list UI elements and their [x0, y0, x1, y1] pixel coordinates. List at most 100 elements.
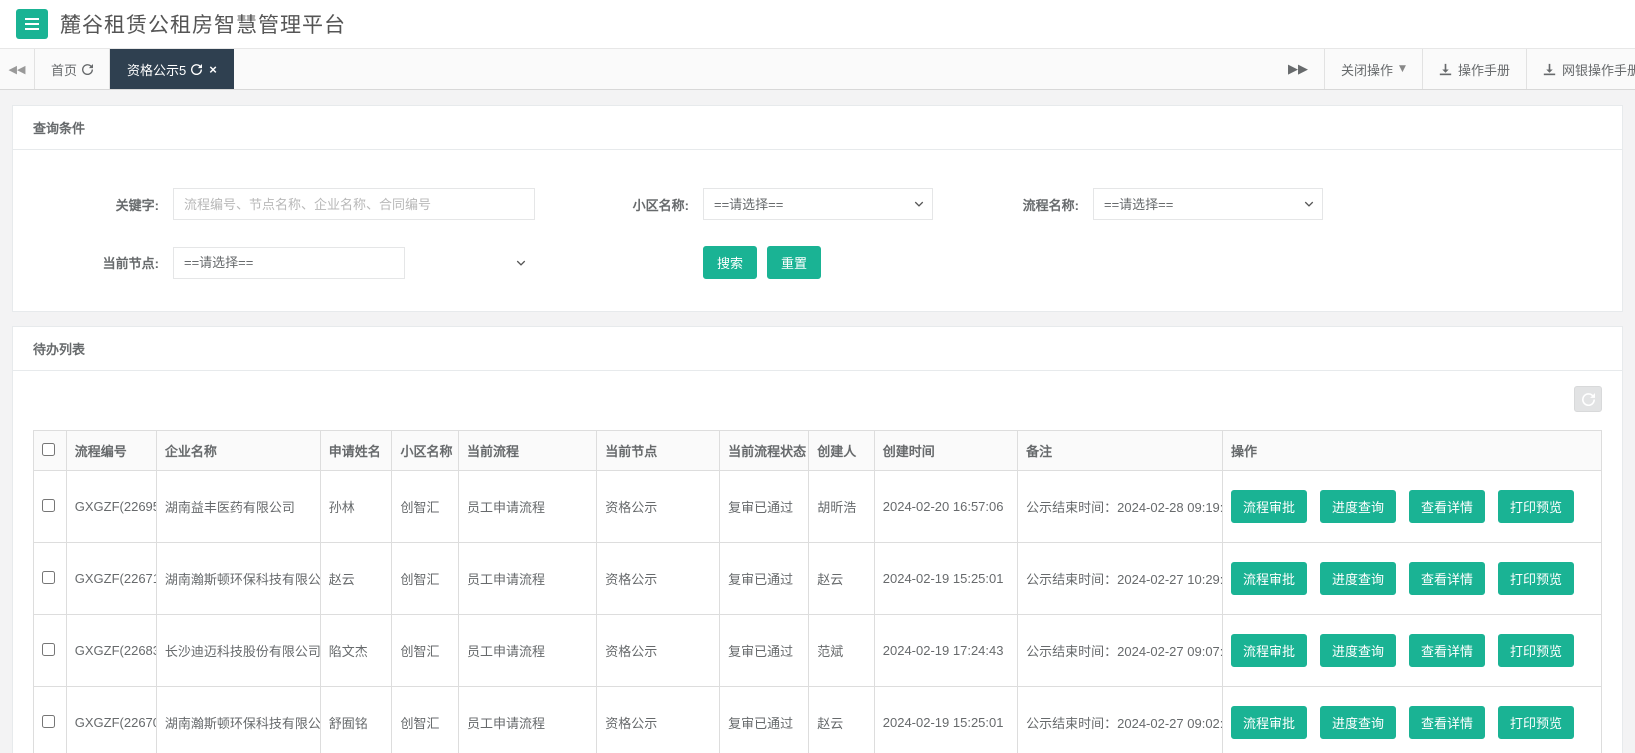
row-checkbox[interactable]	[42, 643, 55, 656]
row-checkbox[interactable]	[42, 499, 55, 512]
tab-active-label: 资格公示5	[127, 60, 186, 79]
cell-remark: 公示结束时间：2024-02-27 09:02:44	[1018, 687, 1223, 753]
print-preview-button[interactable]: 打印预览	[1498, 634, 1574, 667]
scroll-tabs-right-icon[interactable]: ▶▶	[1272, 49, 1324, 89]
keyword-input[interactable]	[173, 188, 535, 220]
print-preview-button[interactable]: 打印预览	[1498, 490, 1574, 523]
process-select[interactable]: ==请选择==	[1093, 188, 1323, 220]
progress-query-button[interactable]: 进度查询	[1320, 634, 1396, 667]
col-header: 创建时间	[874, 431, 1017, 471]
cell-current-flow: 员工申请流程	[459, 687, 597, 753]
cell-creator: 赵云	[809, 543, 875, 615]
table-row: GXGZF(22695) 湖南益丰医药有限公司 孙林 创智汇 员工申请流程 资格…	[34, 471, 1602, 543]
manual-label: 操作手册	[1458, 60, 1510, 79]
col-header: 当前节点	[597, 431, 720, 471]
main-content: 查询条件 关键字: 小区名称: ==请选择== 流程名称:	[0, 90, 1635, 753]
col-header: 当前流程状态	[720, 431, 809, 471]
cell-community: 创智汇	[392, 543, 459, 615]
download-icon	[1439, 63, 1452, 76]
table-row: GXGZF(22683) 长沙迪迈科技股份有限公司 陷文杰 创智汇 员工申请流程…	[34, 615, 1602, 687]
cell-community: 创智汇	[392, 471, 459, 543]
row-actions: 流程审批 进度查询 查看详情 打印预览	[1231, 634, 1593, 667]
view-details-button[interactable]: 查看详情	[1409, 562, 1485, 595]
progress-query-button[interactable]: 进度查询	[1320, 490, 1396, 523]
col-header: 申请姓名	[320, 431, 392, 471]
community-select[interactable]: ==请选择==	[703, 188, 933, 220]
scroll-tabs-left-icon[interactable]: ◀◀	[0, 49, 34, 89]
search-button[interactable]: 搜索	[703, 246, 757, 279]
todo-list-panel: 待办列表 流程编号 企业	[12, 326, 1623, 753]
row-actions: 流程审批 进度查询 查看详情 打印预览	[1231, 562, 1593, 595]
print-preview-button[interactable]: 打印预览	[1498, 706, 1574, 739]
cell-applicant: 孙林	[320, 471, 392, 543]
cell-created-time: 2024-02-19 17:24:43	[874, 615, 1017, 687]
cell-flow-status: 复审已通过	[720, 471, 809, 543]
row-actions: 流程审批 进度查询 查看详情 打印预览	[1231, 490, 1593, 523]
manual-download-button[interactable]: 操作手册	[1422, 49, 1526, 89]
sidebar-toggle-button[interactable]	[16, 9, 48, 39]
bank-manual-download-button[interactable]: 网银操作手册	[1526, 49, 1635, 89]
table-refresh-button[interactable]	[1574, 386, 1602, 412]
todo-list-title: 待办列表	[13, 327, 1622, 371]
cell-flow-id: GXGZF(22683)	[66, 615, 156, 687]
col-header: 小区名称	[392, 431, 459, 471]
refresh-icon[interactable]	[82, 64, 93, 75]
page-title: 麓谷租赁公租房智慧管理平台	[60, 9, 346, 39]
node-select[interactable]: ==请选择==	[173, 247, 405, 279]
col-header: 创建人	[809, 431, 875, 471]
approve-flow-button[interactable]: 流程审批	[1231, 634, 1307, 667]
cell-applicant: 舒囿铭	[320, 687, 392, 753]
tabbar-actions: ▶▶ 关闭操作 ▼ 操作手册 网银操作手册 退出	[1272, 49, 1635, 89]
refresh-icon	[1582, 393, 1595, 406]
top-header: 麓谷租赁公租房智慧管理平台	[0, 0, 1635, 48]
row-checkbox[interactable]	[42, 571, 55, 584]
col-header: 企业名称	[156, 431, 320, 471]
cell-created-time: 2024-02-19 15:25:01	[874, 687, 1017, 753]
query-panel-title: 查询条件	[13, 106, 1622, 150]
cell-flow-id: GXGZF(22671)	[66, 543, 156, 615]
cell-current-node: 资格公示	[597, 471, 720, 543]
cell-current-flow: 员工申请流程	[459, 543, 597, 615]
view-details-button[interactable]: 查看详情	[1409, 490, 1485, 523]
print-preview-button[interactable]: 打印预览	[1498, 562, 1574, 595]
col-header: 备注	[1018, 431, 1223, 471]
approve-flow-button[interactable]: 流程审批	[1231, 706, 1307, 739]
col-header: 流程编号	[66, 431, 156, 471]
tab-home[interactable]: 首页	[34, 49, 110, 89]
approve-flow-button[interactable]: 流程审批	[1231, 490, 1307, 523]
cell-current-node: 资格公示	[597, 615, 720, 687]
cell-flow-status: 复审已通过	[720, 543, 809, 615]
view-details-button[interactable]: 查看详情	[1409, 634, 1485, 667]
process-label: 流程名称:	[933, 195, 1093, 214]
cell-creator: 赵云	[809, 687, 875, 753]
refresh-icon[interactable]	[191, 64, 202, 75]
reset-button[interactable]: 重置	[767, 246, 821, 279]
download-icon	[1543, 63, 1556, 76]
close-operations-dropdown[interactable]: 关闭操作 ▼	[1324, 49, 1422, 89]
table-row: GXGZF(22670) 湖南瀚斯顿环保科技有限公司 舒囿铭 创智汇 员工申请流…	[34, 687, 1602, 753]
cell-flow-status: 复审已通过	[720, 615, 809, 687]
select-all-checkbox[interactable]	[42, 443, 55, 456]
table-row: GXGZF(22671) 湖南瀚斯顿环保科技有限公司 赵云 创智汇 员工申请流程…	[34, 543, 1602, 615]
tab-home-label: 首页	[51, 60, 77, 79]
cell-creator: 胡昕浩	[809, 471, 875, 543]
close-tab-icon[interactable]: ×	[209, 62, 217, 77]
progress-query-button[interactable]: 进度查询	[1320, 706, 1396, 739]
tab-qualification-publicity[interactable]: 资格公示5 ×	[110, 49, 234, 89]
approve-flow-button[interactable]: 流程审批	[1231, 562, 1307, 595]
query-panel: 查询条件 关键字: 小区名称: ==请选择== 流程名称:	[12, 105, 1623, 312]
todo-table-body: GXGZF(22695) 湖南益丰医药有限公司 孙林 创智汇 员工申请流程 资格…	[34, 471, 1602, 753]
cell-flow-id: GXGZF(22695)	[66, 471, 156, 543]
cell-created-time: 2024-02-20 16:57:06	[874, 471, 1017, 543]
cell-applicant: 陷文杰	[320, 615, 392, 687]
cell-remark: 公示结束时间：2024-02-27 10:29:51	[1018, 543, 1223, 615]
col-header: 操作	[1222, 431, 1601, 471]
row-checkbox[interactable]	[42, 715, 55, 728]
view-details-button[interactable]: 查看详情	[1409, 706, 1485, 739]
cell-current-flow: 员工申请流程	[459, 471, 597, 543]
cell-community: 创智汇	[392, 615, 459, 687]
cell-remark: 公示结束时间：2024-02-27 09:07:19	[1018, 615, 1223, 687]
cell-flow-status: 复审已通过	[720, 687, 809, 753]
cell-flow-id: GXGZF(22670)	[66, 687, 156, 753]
progress-query-button[interactable]: 进度查询	[1320, 562, 1396, 595]
